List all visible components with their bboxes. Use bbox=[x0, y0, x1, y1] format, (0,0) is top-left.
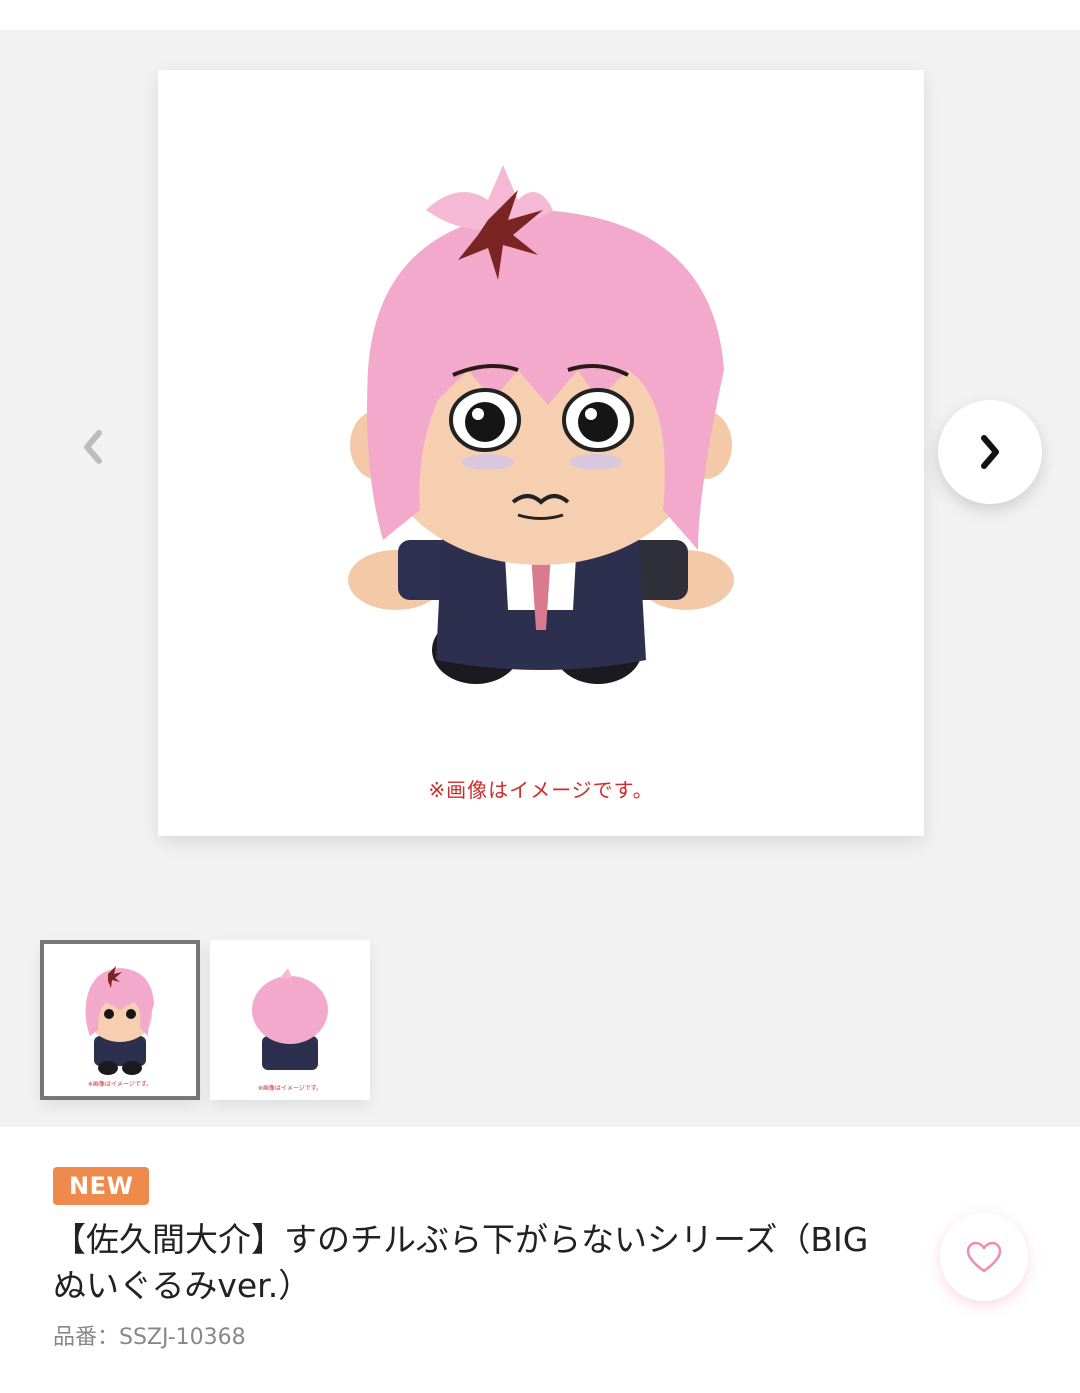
plush-illustration bbox=[348, 165, 734, 684]
thumbnail-2[interactable]: ※画像はイメージです。 bbox=[210, 940, 370, 1100]
thumbnail-1[interactable]: ※画像はイメージです。 bbox=[40, 940, 200, 1100]
product-code: 品番：SSZJ-10368 bbox=[53, 1325, 246, 1350]
heart-outline-icon bbox=[966, 1241, 1002, 1273]
next-image-button[interactable] bbox=[938, 400, 1042, 504]
prev-image-button[interactable] bbox=[70, 425, 114, 469]
image-caption: ※画像はイメージです。 bbox=[428, 778, 654, 802]
product-info: NEW 【佐久間大介】すのチルぶら下がらないシリーズ（BIGぬいぐるみver.）… bbox=[0, 1127, 1080, 1393]
product-title: 【佐久間大介】すのチルぶら下がらないシリーズ（BIGぬいぐるみver.） bbox=[53, 1220, 869, 1305]
top-strip bbox=[0, 0, 1080, 30]
thumbnail-caption: ※画像はイメージです。 bbox=[87, 1081, 153, 1088]
chevron-right-icon bbox=[981, 435, 999, 469]
chevron-left-icon bbox=[84, 430, 102, 464]
thumbnail-front-image bbox=[85, 966, 154, 1075]
product-gallery: ※画像はイメージです。 ※画像はイメージです。 ※画像はイメージです。 bbox=[0, 30, 1080, 1127]
main-product-image[interactable]: ※画像はイメージです。 bbox=[158, 70, 924, 836]
favorite-button[interactable] bbox=[940, 1213, 1028, 1301]
new-badge: NEW bbox=[53, 1167, 150, 1205]
thumbnail-strip: ※画像はイメージです。 ※画像はイメージです。 bbox=[40, 940, 370, 1100]
thumbnail-caption: ※画像はイメージです。 bbox=[257, 1085, 323, 1092]
thumbnail-back-image bbox=[252, 968, 328, 1070]
